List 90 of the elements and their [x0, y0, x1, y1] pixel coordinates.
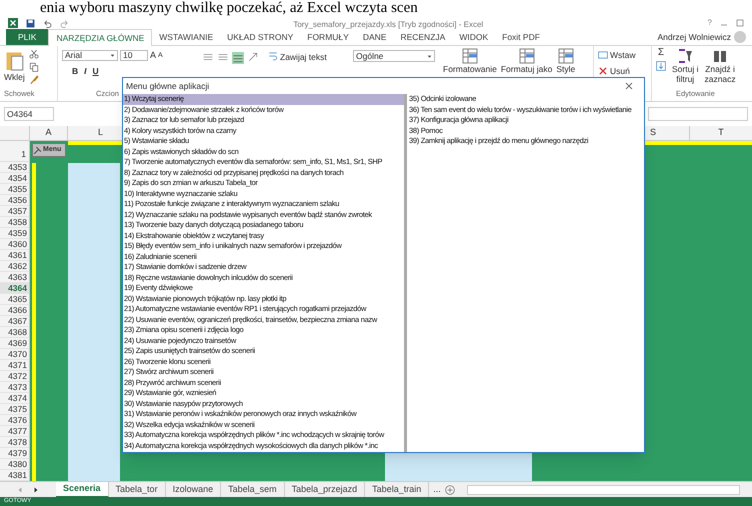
- fill-down-icon: [656, 61, 666, 71]
- column-header[interactable]: A: [30, 126, 68, 140]
- row-header[interactable]: 4366: [0, 305, 29, 316]
- row-header[interactable]: 4359: [0, 228, 29, 239]
- column-header[interactable]: T: [690, 126, 752, 140]
- redo-icon: [60, 18, 69, 28]
- row-header[interactable]: 4362: [0, 261, 29, 272]
- file-tab[interactable]: PLIK: [6, 29, 48, 45]
- underline-button[interactable]: U: [92, 64, 99, 78]
- delete-cells-icon: [598, 66, 608, 76]
- delete-button[interactable]: Usuń: [610, 64, 630, 78]
- align-bottom-icon: [232, 52, 244, 64]
- scissors-icon: [28, 49, 39, 59]
- ribbon-tab[interactable]: WSTAWIANIE: [152, 29, 220, 45]
- row-header[interactable]: 4378: [0, 437, 29, 448]
- row-header[interactable]: 4380: [0, 459, 29, 470]
- dialog-title: Menu główne aplikacji: [126, 80, 210, 92]
- row-header[interactable]: 4360: [0, 239, 29, 250]
- align-center-icon: [217, 52, 229, 62]
- row-header[interactable]: 4371: [0, 360, 29, 371]
- window-title: Tory_semafory_przejazdy.xls [Tryb zgodności] - Excel: [293, 20, 484, 29]
- number-format-field[interactable]: Ogólne: [353, 50, 435, 62]
- row-header[interactable]: 4358: [0, 217, 29, 228]
- ribbon-tab[interactable]: DANE: [356, 29, 394, 45]
- row-header[interactable]: 4364: [0, 283, 29, 294]
- row-header[interactable]: 4377: [0, 426, 29, 437]
- formula-field[interactable]: [648, 107, 748, 121]
- help-button[interactable]: ?: [708, 18, 712, 28]
- row-header[interactable]: 4367: [0, 316, 29, 327]
- ribbon-tab[interactable]: NARZĘDZIA GŁÓWNE: [48, 29, 152, 46]
- row-header[interactable]: 4374: [0, 393, 29, 404]
- spreadsheet-logo-icon: [8, 18, 18, 28]
- row-header[interactable]: 4355: [0, 184, 29, 195]
- add-sheet-icon: [444, 484, 455, 494]
- align-left-icon: [202, 52, 214, 62]
- row-header[interactable]: 4373: [0, 382, 29, 393]
- sort-filter-icon: [676, 48, 694, 64]
- scroll-left-icon: [16, 486, 24, 494]
- save-icon: [26, 18, 35, 28]
- caret-icon: [110, 53, 115, 58]
- user-name: Andrzej Wolniewicz: [657, 30, 731, 44]
- ribbon-tab[interactable]: Foxit PDF: [495, 29, 547, 45]
- tools-icon: [33, 146, 42, 154]
- caption-text: enia wyboru maszyny chwilkę poczekać, aż Excel wczyta scen: [39, 0, 418, 17]
- wrap-text-icon: [268, 51, 278, 61]
- horizontal-scrollbar[interactable]: [466, 484, 740, 494]
- row-header[interactable]: 4368: [0, 327, 29, 338]
- row-header[interactable]: 4353: [0, 162, 29, 173]
- caret-icon: [427, 54, 432, 58]
- grow-font-button[interactable]: A: [150, 49, 156, 62]
- user-avatar-icon: [734, 31, 746, 43]
- close-icon: [625, 82, 633, 90]
- orientation-icon: [247, 52, 259, 62]
- insert-button[interactable]: Wstaw: [610, 49, 636, 62]
- styles-label[interactable]: Formatuj jako: [500, 64, 552, 74]
- scroll-right-icon: [32, 486, 40, 494]
- ribbon-tab[interactable]: RECENZJA: [393, 29, 452, 45]
- font-size-field[interactable]: 10: [120, 50, 148, 62]
- row-header[interactable]: 4354: [0, 173, 29, 184]
- font-name-field[interactable]: Arial: [62, 50, 118, 62]
- row-header[interactable]: 4357: [0, 206, 29, 217]
- copy-icon: [28, 62, 39, 72]
- row-header[interactable]: 4379: [0, 448, 29, 459]
- styles-label[interactable]: Formatowanie: [443, 64, 497, 74]
- italic-button[interactable]: I: [84, 64, 87, 78]
- brush-icon: [28, 75, 39, 85]
- more-sheets-button[interactable]: ...: [429, 482, 445, 496]
- insert-cells-icon: [598, 50, 608, 60]
- sort-filter-label[interactable]: Sortuj i filtruj: [672, 64, 698, 84]
- maximize-icon: [736, 19, 744, 27]
- ribbon-tab[interactable]: FORMUŁY: [300, 29, 356, 45]
- sheet-tab[interactable]: Sceneria: [56, 482, 109, 498]
- ribbon-tab[interactable]: WIDOK: [452, 29, 496, 45]
- autosum-button[interactable]: Σ: [656, 48, 666, 58]
- row-header[interactable]: 4370: [0, 349, 29, 360]
- ribbon-tab[interactable]: UKŁAD STRONY: [220, 29, 300, 45]
- styles-label[interactable]: Style: [556, 64, 576, 74]
- row-header[interactable]: 1: [0, 141, 29, 162]
- row-header[interactable]: 4365: [0, 294, 29, 305]
- row-header[interactable]: 4375: [0, 404, 29, 415]
- row-header[interactable]: 4361: [0, 250, 29, 261]
- find-select-label[interactable]: Znajdź i zaznacz: [704, 64, 736, 84]
- undo-icon: [43, 18, 52, 28]
- row-header[interactable]: 4376: [0, 415, 29, 426]
- row-header[interactable]: 4369: [0, 338, 29, 349]
- paste-label[interactable]: Wklej: [4, 71, 25, 84]
- row-header[interactable]: 4356: [0, 195, 29, 206]
- row-header[interactable]: 4372: [0, 371, 29, 382]
- name-box[interactable]: O4364: [4, 107, 54, 121]
- bold-button[interactable]: B: [72, 64, 78, 78]
